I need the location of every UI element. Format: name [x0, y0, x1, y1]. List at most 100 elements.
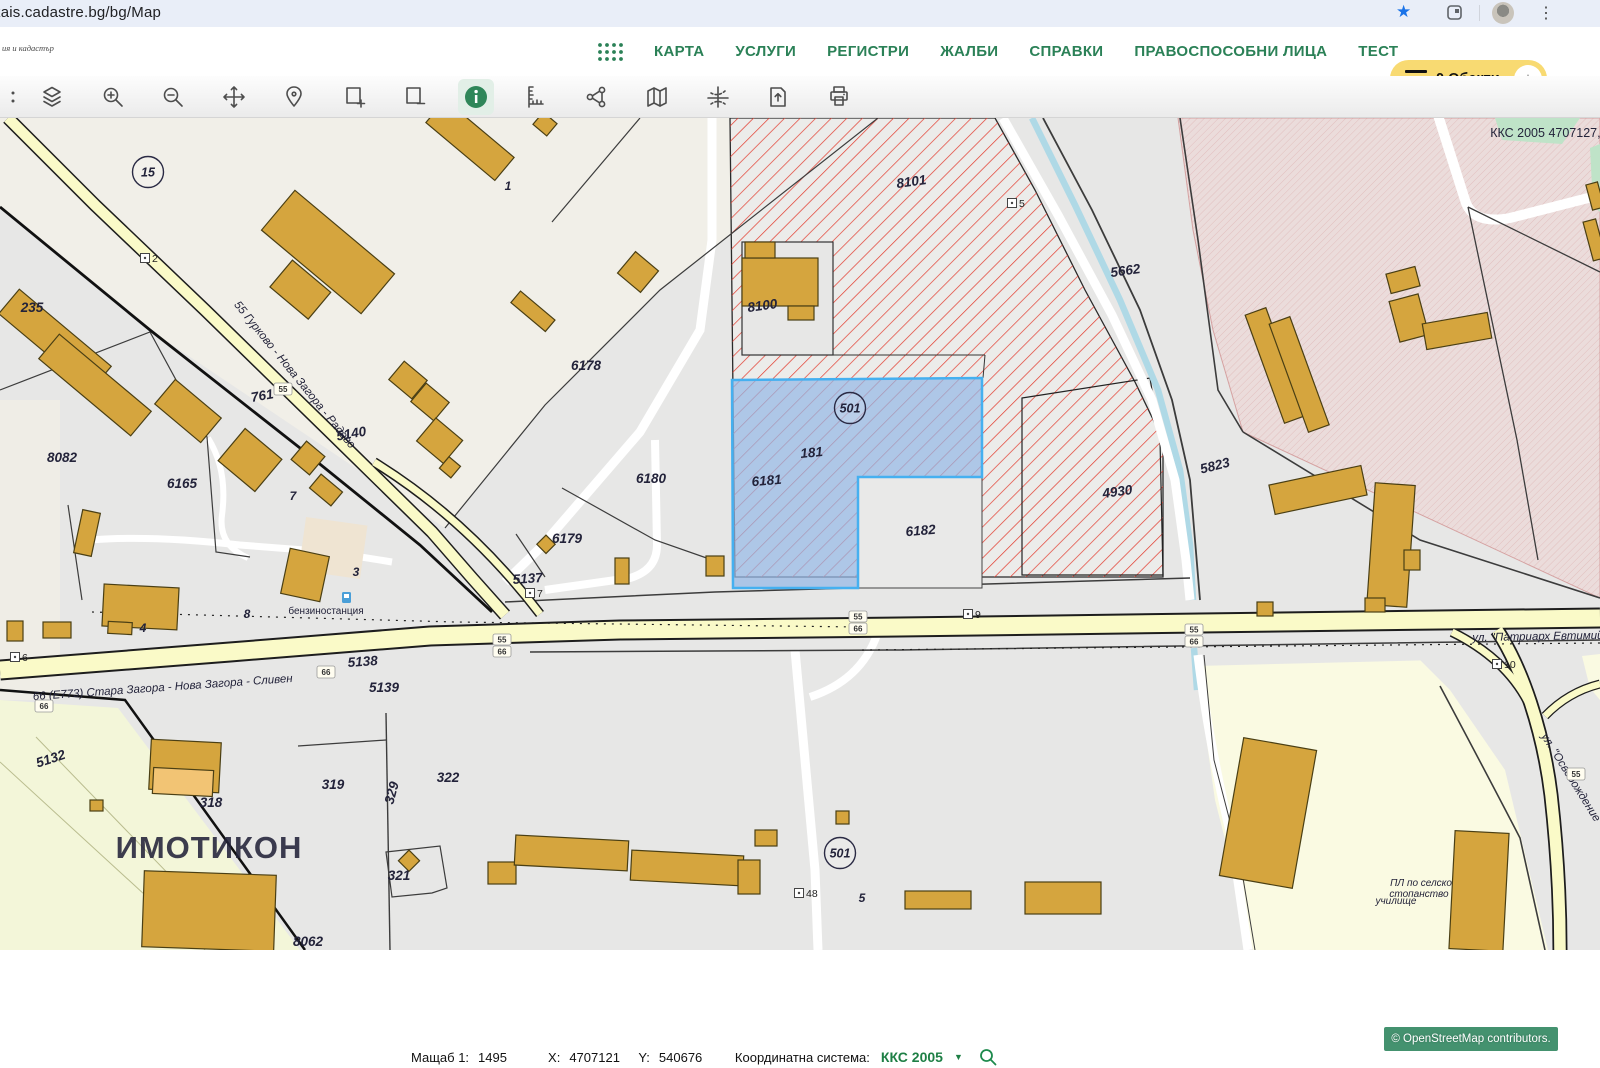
map-label: 66 (Е773) Стара Загора - Нова Загора - С…	[33, 673, 294, 703]
map-label: 322	[437, 770, 460, 785]
map-label: 6179	[552, 531, 583, 546]
crs-dropdown-icon[interactable]: ▼	[954, 1052, 963, 1062]
y-label: Y:	[638, 1050, 650, 1065]
clipped-tool-icon[interactable]	[0, 81, 18, 113]
map-fold-icon[interactable]	[641, 81, 673, 113]
map-label: 6165	[167, 476, 198, 491]
x-label: X:	[548, 1050, 560, 1065]
nav-spravki[interactable]: СПРАВКИ	[1029, 43, 1103, 60]
cadastre-map[interactable]: 2358082616576151407384161786180617951375…	[0, 118, 1600, 950]
map-label: бензиностанция	[288, 605, 363, 617]
geodetic-point-icon	[144, 257, 146, 259]
crs-select[interactable]: ККС 2005	[875, 1049, 949, 1066]
nav-test[interactable]: ТЕСТ	[1358, 43, 1398, 60]
road-shield-number: 55	[498, 636, 507, 645]
road-shield-number: 55	[1572, 770, 1581, 779]
app-header: ия и кадастър КАРТА УСЛУГИ РЕГИСТРИ ЖАЛБ…	[0, 27, 1600, 76]
map-label: 5	[859, 891, 866, 905]
avatar[interactable]	[1492, 2, 1514, 24]
map-label: ПЛ по селско	[1390, 878, 1452, 889]
map-label: 321	[388, 868, 411, 883]
bookmark-star-icon[interactable]: ★	[1396, 2, 1411, 22]
map-label: 5662	[1109, 261, 1141, 280]
map-label: 319	[322, 777, 345, 792]
map-label: ККС 2005 4707127, 540648	[1490, 126, 1600, 140]
map-label: 8082	[47, 450, 78, 465]
location-pin-icon[interactable]	[278, 81, 310, 113]
nav-registri[interactable]: РЕГИСТРИ	[827, 43, 909, 60]
select-add-icon[interactable]	[339, 81, 371, 113]
road-shield-number: 66	[498, 648, 507, 657]
x-input[interactable]	[565, 1049, 633, 1066]
road-shield-number: 55	[854, 613, 863, 622]
geodetic-point-number: 10	[1504, 659, 1516, 671]
measure-icon[interactable]	[520, 81, 552, 113]
map-label: 6182	[905, 522, 937, 540]
crs-label: Координатна система:	[735, 1050, 870, 1065]
fuel-station-icon	[342, 592, 351, 603]
search-icon[interactable]	[978, 1047, 998, 1067]
status-bar: Мащаб 1: X: Y: Координатна система: ККС …	[405, 1046, 1030, 1068]
road-shield-number: 55	[1190, 626, 1199, 635]
geodetic-point-icon	[14, 656, 16, 658]
info-tool-icon[interactable]	[458, 79, 494, 115]
map-label: 5139	[369, 680, 400, 695]
agency-logo-text: ия и кадастър	[2, 43, 54, 53]
geodetic-point-icon	[1496, 663, 1498, 665]
geodetic-point-number: 5	[1019, 198, 1025, 210]
map-label: 7	[290, 489, 298, 503]
map-label: 4	[139, 621, 147, 635]
map-label: 1	[505, 179, 512, 193]
map-label: 5137	[512, 570, 544, 587]
export-icon[interactable]	[762, 81, 794, 113]
map-label: 235	[20, 300, 44, 315]
share-nodes-icon[interactable]	[581, 81, 613, 113]
map-toolbar	[0, 76, 1600, 118]
nav-karta[interactable]: КАРТА	[654, 43, 704, 60]
scale-input[interactable]	[474, 1049, 530, 1066]
pan-icon[interactable]	[218, 81, 250, 113]
map-label: 318	[200, 795, 223, 810]
print-icon[interactable]	[823, 81, 855, 113]
map-canvas[interactable]: 2358082616576151407384161786180617951375…	[0, 118, 1600, 950]
map-label: 8	[244, 607, 251, 621]
nav-zhalbi[interactable]: ЖАЛБИ	[940, 43, 998, 60]
road-shield-number: 66	[322, 668, 331, 677]
map-label: 6178	[571, 358, 602, 373]
geodetic-point-icon	[529, 592, 531, 594]
select-remove-icon[interactable]	[399, 81, 431, 113]
browser-menu-icon[interactable]: ⋮	[1538, 3, 1554, 23]
circled-label-number: 501	[840, 402, 861, 416]
circled-label-number: 15	[141, 166, 156, 180]
geodetic-point-number: 2	[152, 253, 158, 265]
url-text[interactable]: kais.cadastre.bg/bg/Map	[0, 4, 161, 21]
geodetic-point-number: 9	[975, 609, 981, 621]
map-label: 329	[381, 780, 401, 806]
browser-action-icon[interactable]	[1446, 4, 1463, 25]
circled-label-number: 501	[830, 847, 851, 861]
apps-grid-icon[interactable]	[597, 42, 623, 62]
map-label: 5138	[347, 653, 378, 670]
geodetic-point-icon	[967, 613, 969, 615]
geodetic-point-icon	[798, 892, 800, 894]
roads-icon[interactable]	[702, 81, 734, 113]
map-label: 6180	[636, 471, 667, 486]
geodetic-point-icon	[1011, 202, 1013, 204]
geodetic-point-number: 7	[537, 588, 543, 600]
map-label: 6181	[751, 472, 782, 490]
road-shield-number: 66	[40, 702, 49, 711]
map-label: 8062	[293, 934, 324, 949]
zoom-in-icon[interactable]	[97, 81, 129, 113]
map-label: ИМОТИКОН	[116, 830, 303, 865]
attribution-badge[interactable]: © OpenStreetMap contributors.	[1384, 1027, 1558, 1051]
zoom-out-icon[interactable]	[157, 81, 189, 113]
map-label: ул. "Патриарх Евтимий"	[1471, 630, 1600, 644]
geodetic-point-number: 6	[22, 652, 28, 664]
layers-icon[interactable]	[36, 81, 68, 113]
y-input[interactable]	[655, 1049, 717, 1066]
road-shield-number: 66	[1190, 638, 1199, 647]
map-label: 3	[353, 565, 360, 579]
nav-pravosposobni-litsa[interactable]: ПРАВОСПОСОБНИ ЛИЦА	[1134, 43, 1327, 60]
map-label: училище	[1374, 896, 1416, 907]
nav-uslugi[interactable]: УСЛУГИ	[735, 43, 796, 60]
